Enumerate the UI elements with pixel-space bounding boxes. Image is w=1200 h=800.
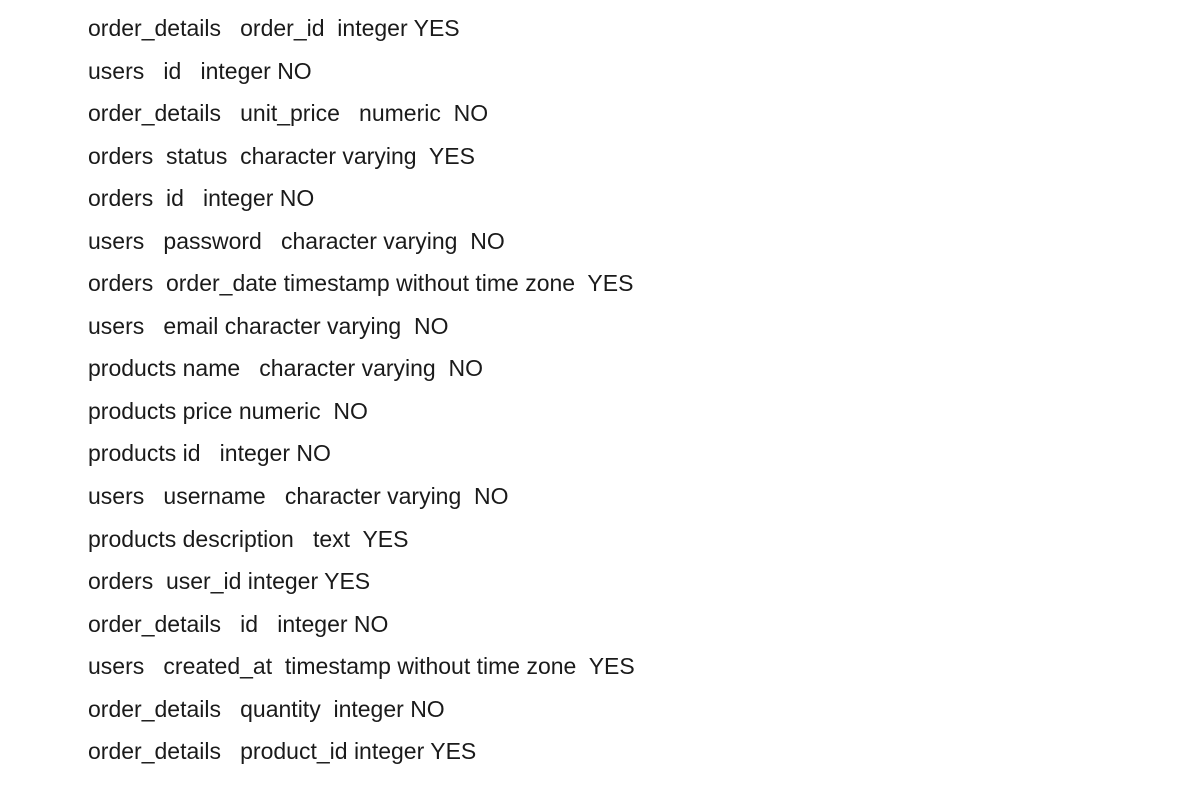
schema-row: orders id integer NO xyxy=(88,177,1112,220)
schema-row: orders order_date timestamp without time… xyxy=(88,262,1112,305)
schema-row: users id integer NO xyxy=(88,50,1112,93)
schema-row: order_details order_id integer YES xyxy=(88,7,1112,50)
schema-row: users username character varying NO xyxy=(88,475,1112,518)
schema-row: products id integer NO xyxy=(88,432,1112,475)
document-body: Give me the all products corresponding s… xyxy=(0,0,1200,793)
schema-row: order_details product_id integer YES xyxy=(88,730,1112,773)
schema-row: users password character varying NO xyxy=(88,220,1112,263)
partial-cutoff-text: Give me the all products corresponding s… xyxy=(88,0,896,7)
schema-row: users created_at timestamp without time … xyxy=(88,645,1112,688)
schema-row: order_details quantity integer NO xyxy=(88,688,1112,731)
schema-row: orders status character varying YES xyxy=(88,135,1112,178)
schema-row: users email character varying NO xyxy=(88,305,1112,348)
schema-row: orders user_id integer YES xyxy=(88,560,1112,603)
schema-row: products description text YES xyxy=(88,518,1112,561)
schema-row: order_details id integer NO xyxy=(88,603,1112,646)
schema-row: products name character varying NO xyxy=(88,347,1112,390)
partial-cutoff-line: Give me the all products corresponding s… xyxy=(88,0,1112,7)
schema-row: order_details unit_price numeric NO xyxy=(88,92,1112,135)
schema-row: products price numeric NO xyxy=(88,390,1112,433)
